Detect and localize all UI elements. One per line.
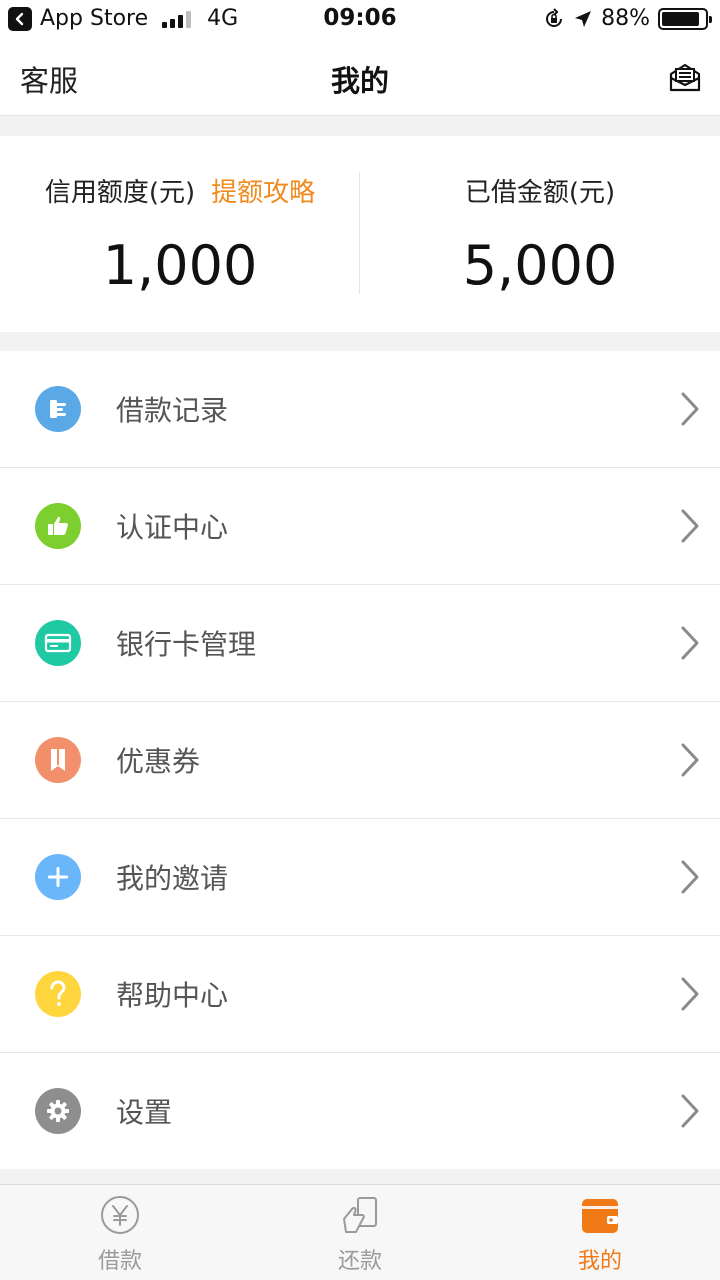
tab-borrow[interactable]: 借款 xyxy=(0,1185,240,1280)
tab-label: 我的 xyxy=(577,1249,622,1274)
tab-mine[interactable]: 我的 xyxy=(480,1185,720,1280)
menu-item-label: 优惠券 xyxy=(116,745,201,778)
credit-limit-value: 1,000 xyxy=(102,234,258,297)
bank-card-icon xyxy=(35,620,81,666)
menu-item-bank-card-management[interactable]: 银行卡管理 xyxy=(0,585,720,702)
coupon-icon xyxy=(35,737,81,783)
tab-label: 借款 xyxy=(97,1249,142,1274)
credit-summary: 信用额度(元) 提额攻略 1,000 已借金额(元) 5,000 xyxy=(0,136,720,332)
nav-bar: 客服 我的 xyxy=(0,40,720,116)
status-bar: App Store 4G 09:06 88% xyxy=(0,0,720,40)
raise-limit-link[interactable]: 提额攻略 xyxy=(211,178,315,208)
menu-item-label: 借款记录 xyxy=(116,394,229,427)
menu-item-settings[interactable]: 设置 xyxy=(0,1053,720,1169)
repay-icon xyxy=(343,1197,377,1233)
chevron-right-icon xyxy=(681,1094,699,1128)
menu-item-coupons[interactable]: 优惠券 xyxy=(0,702,720,819)
tab-bar: 借款 还款 我的 xyxy=(0,1184,720,1280)
menu-item-label: 认证中心 xyxy=(116,511,229,544)
question-icon xyxy=(35,971,81,1017)
menu-list: 借款记录 认证中心 银行卡管理 优惠券 我的邀请 帮助中心 设置 xyxy=(0,351,720,1169)
chevron-right-icon xyxy=(681,509,699,543)
credit-limit-label-row: 信用额度(元) 提额攻略 xyxy=(0,172,360,209)
tab-label: 还款 xyxy=(337,1249,382,1274)
rotation-lock-icon xyxy=(546,7,563,27)
plus-icon xyxy=(35,854,81,900)
page-title: 我的 xyxy=(330,64,389,98)
menu-item-help-center[interactable]: 帮助中心 xyxy=(0,936,720,1053)
borrowed-amount-label: 已借金额(元) xyxy=(464,178,616,208)
battery-icon xyxy=(658,7,712,30)
chevron-right-icon xyxy=(681,743,699,777)
gear-icon xyxy=(35,1088,81,1134)
chevron-right-icon xyxy=(681,626,699,660)
menu-item-label: 设置 xyxy=(116,1096,173,1129)
menu-item-certification-center[interactable]: 认证中心 xyxy=(0,468,720,585)
menu-item-my-invitations[interactable]: 我的邀请 xyxy=(0,819,720,936)
yen-coin-icon xyxy=(101,1196,139,1234)
menu-item-label: 银行卡管理 xyxy=(116,628,257,661)
wallet-icon xyxy=(582,1199,618,1233)
tab-repay[interactable]: 还款 xyxy=(240,1185,480,1280)
menu-item-label: 我的邀请 xyxy=(116,862,229,895)
status-right: 88% xyxy=(543,6,712,31)
credit-limit-panel: 信用额度(元) 提额攻略 1,000 xyxy=(0,136,360,332)
borrowed-amount-panel: 已借金额(元) 5,000 xyxy=(360,136,720,332)
location-icon xyxy=(575,10,592,27)
credit-limit-label: 信用额度(元) xyxy=(44,178,196,208)
chevron-right-icon xyxy=(681,977,699,1011)
battery-percent: 88% xyxy=(601,6,650,31)
messages-icon[interactable] xyxy=(668,60,702,94)
records-icon xyxy=(35,386,81,432)
menu-item-loan-records[interactable]: 借款记录 xyxy=(0,351,720,468)
chevron-right-icon xyxy=(681,392,699,426)
chevron-right-icon xyxy=(681,860,699,894)
menu-item-label: 帮助中心 xyxy=(116,979,229,1012)
borrowed-amount-value: 5,000 xyxy=(462,234,618,297)
thumbs-up-icon xyxy=(35,503,81,549)
